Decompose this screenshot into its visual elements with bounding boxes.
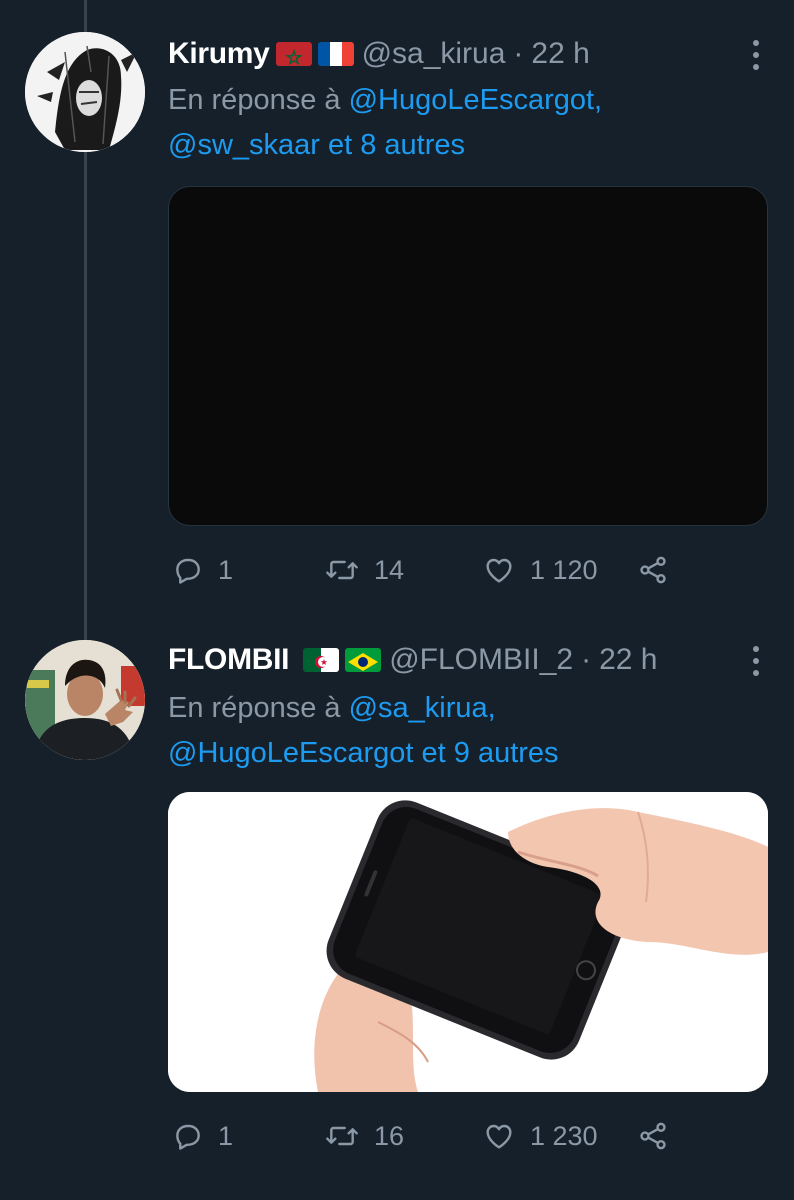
reply-mention-2[interactable]: @sw_skaar [168,129,320,161]
like-count: 1 120 [530,554,598,585]
avatar[interactable] [25,640,145,760]
more-icon[interactable] [752,646,760,676]
retweet-count: 14 [374,554,405,585]
tweet-media-image[interactable] [168,792,768,1092]
reply-icon [172,1120,204,1152]
tweet-header: FLOMBII @FLOMBII_2 · 22 h [168,636,734,684]
retweet-count: 16 [374,1120,405,1151]
tweet[interactable]: FLOMBII @FLOMBII_2 · 22 h En réponse à @… [0,610,794,1200]
retweet-icon [324,554,360,586]
reply-icon [172,554,204,586]
share-button[interactable] [636,550,670,590]
avatar[interactable] [25,32,145,152]
timestamp[interactable]: 22 h [599,643,657,677]
tweet-header: Kirumy @sa_kirua · 22 h [168,30,734,78]
reply-button[interactable]: 1 [172,1116,233,1156]
like-count: 1 230 [530,1120,598,1151]
share-icon [636,1120,670,1152]
reply-mention[interactable]: @HugoLeEscargot, [349,84,603,116]
like-icon [482,554,516,586]
timestamp[interactable]: 22 h [531,37,589,71]
reply-count: 1 [218,1120,234,1151]
reply-context: En réponse à @HugoLeEscargot, @sw_skaar … [168,78,764,168]
reply-prefix: En réponse à [168,692,341,724]
reply-others[interactable]: et 9 autres [422,737,559,769]
handle[interactable]: @FLOMBII_2 [389,643,573,677]
reply-others[interactable]: et 8 autres [328,129,465,161]
like-button[interactable]: 1 230 [482,1116,598,1156]
france-flag-icon [317,42,354,66]
handle[interactable]: @sa_kirua [362,37,506,71]
reply-context: En réponse à @sa_kirua, @HugoLeEscargot … [168,686,764,776]
action-bar: 1 14 1 120 [168,550,688,590]
share-icon [636,554,670,586]
retweet-icon [324,1120,360,1152]
reply-mention-2[interactable]: @HugoLeEscargot [168,737,413,769]
morocco-flag-icon [275,42,312,66]
reply-button[interactable]: 1 [172,550,233,590]
retweet-button[interactable]: 16 [324,1116,404,1156]
separator: · [581,643,592,676]
reply-mention[interactable]: @sa_kirua, [349,692,496,724]
reply-count: 1 [218,554,234,585]
like-icon [482,1120,516,1152]
separator: · [513,37,524,70]
tweet[interactable]: Kirumy @sa_kirua · 22 h En réponse à @Hu… [0,0,794,610]
action-bar: 1 16 1 230 [168,1116,688,1156]
like-button[interactable]: 1 120 [482,550,598,590]
reply-prefix: En réponse à [168,84,341,116]
share-button[interactable] [636,1116,670,1156]
tweet-media-image[interactable] [168,186,768,526]
display-name[interactable]: FLOMBII [168,643,290,677]
retweet-button[interactable]: 14 [324,550,404,590]
more-icon[interactable] [752,40,760,70]
algeria-flag-icon [303,648,340,672]
display-name[interactable]: Kirumy [168,37,270,71]
brazil-flag-icon [345,648,382,672]
